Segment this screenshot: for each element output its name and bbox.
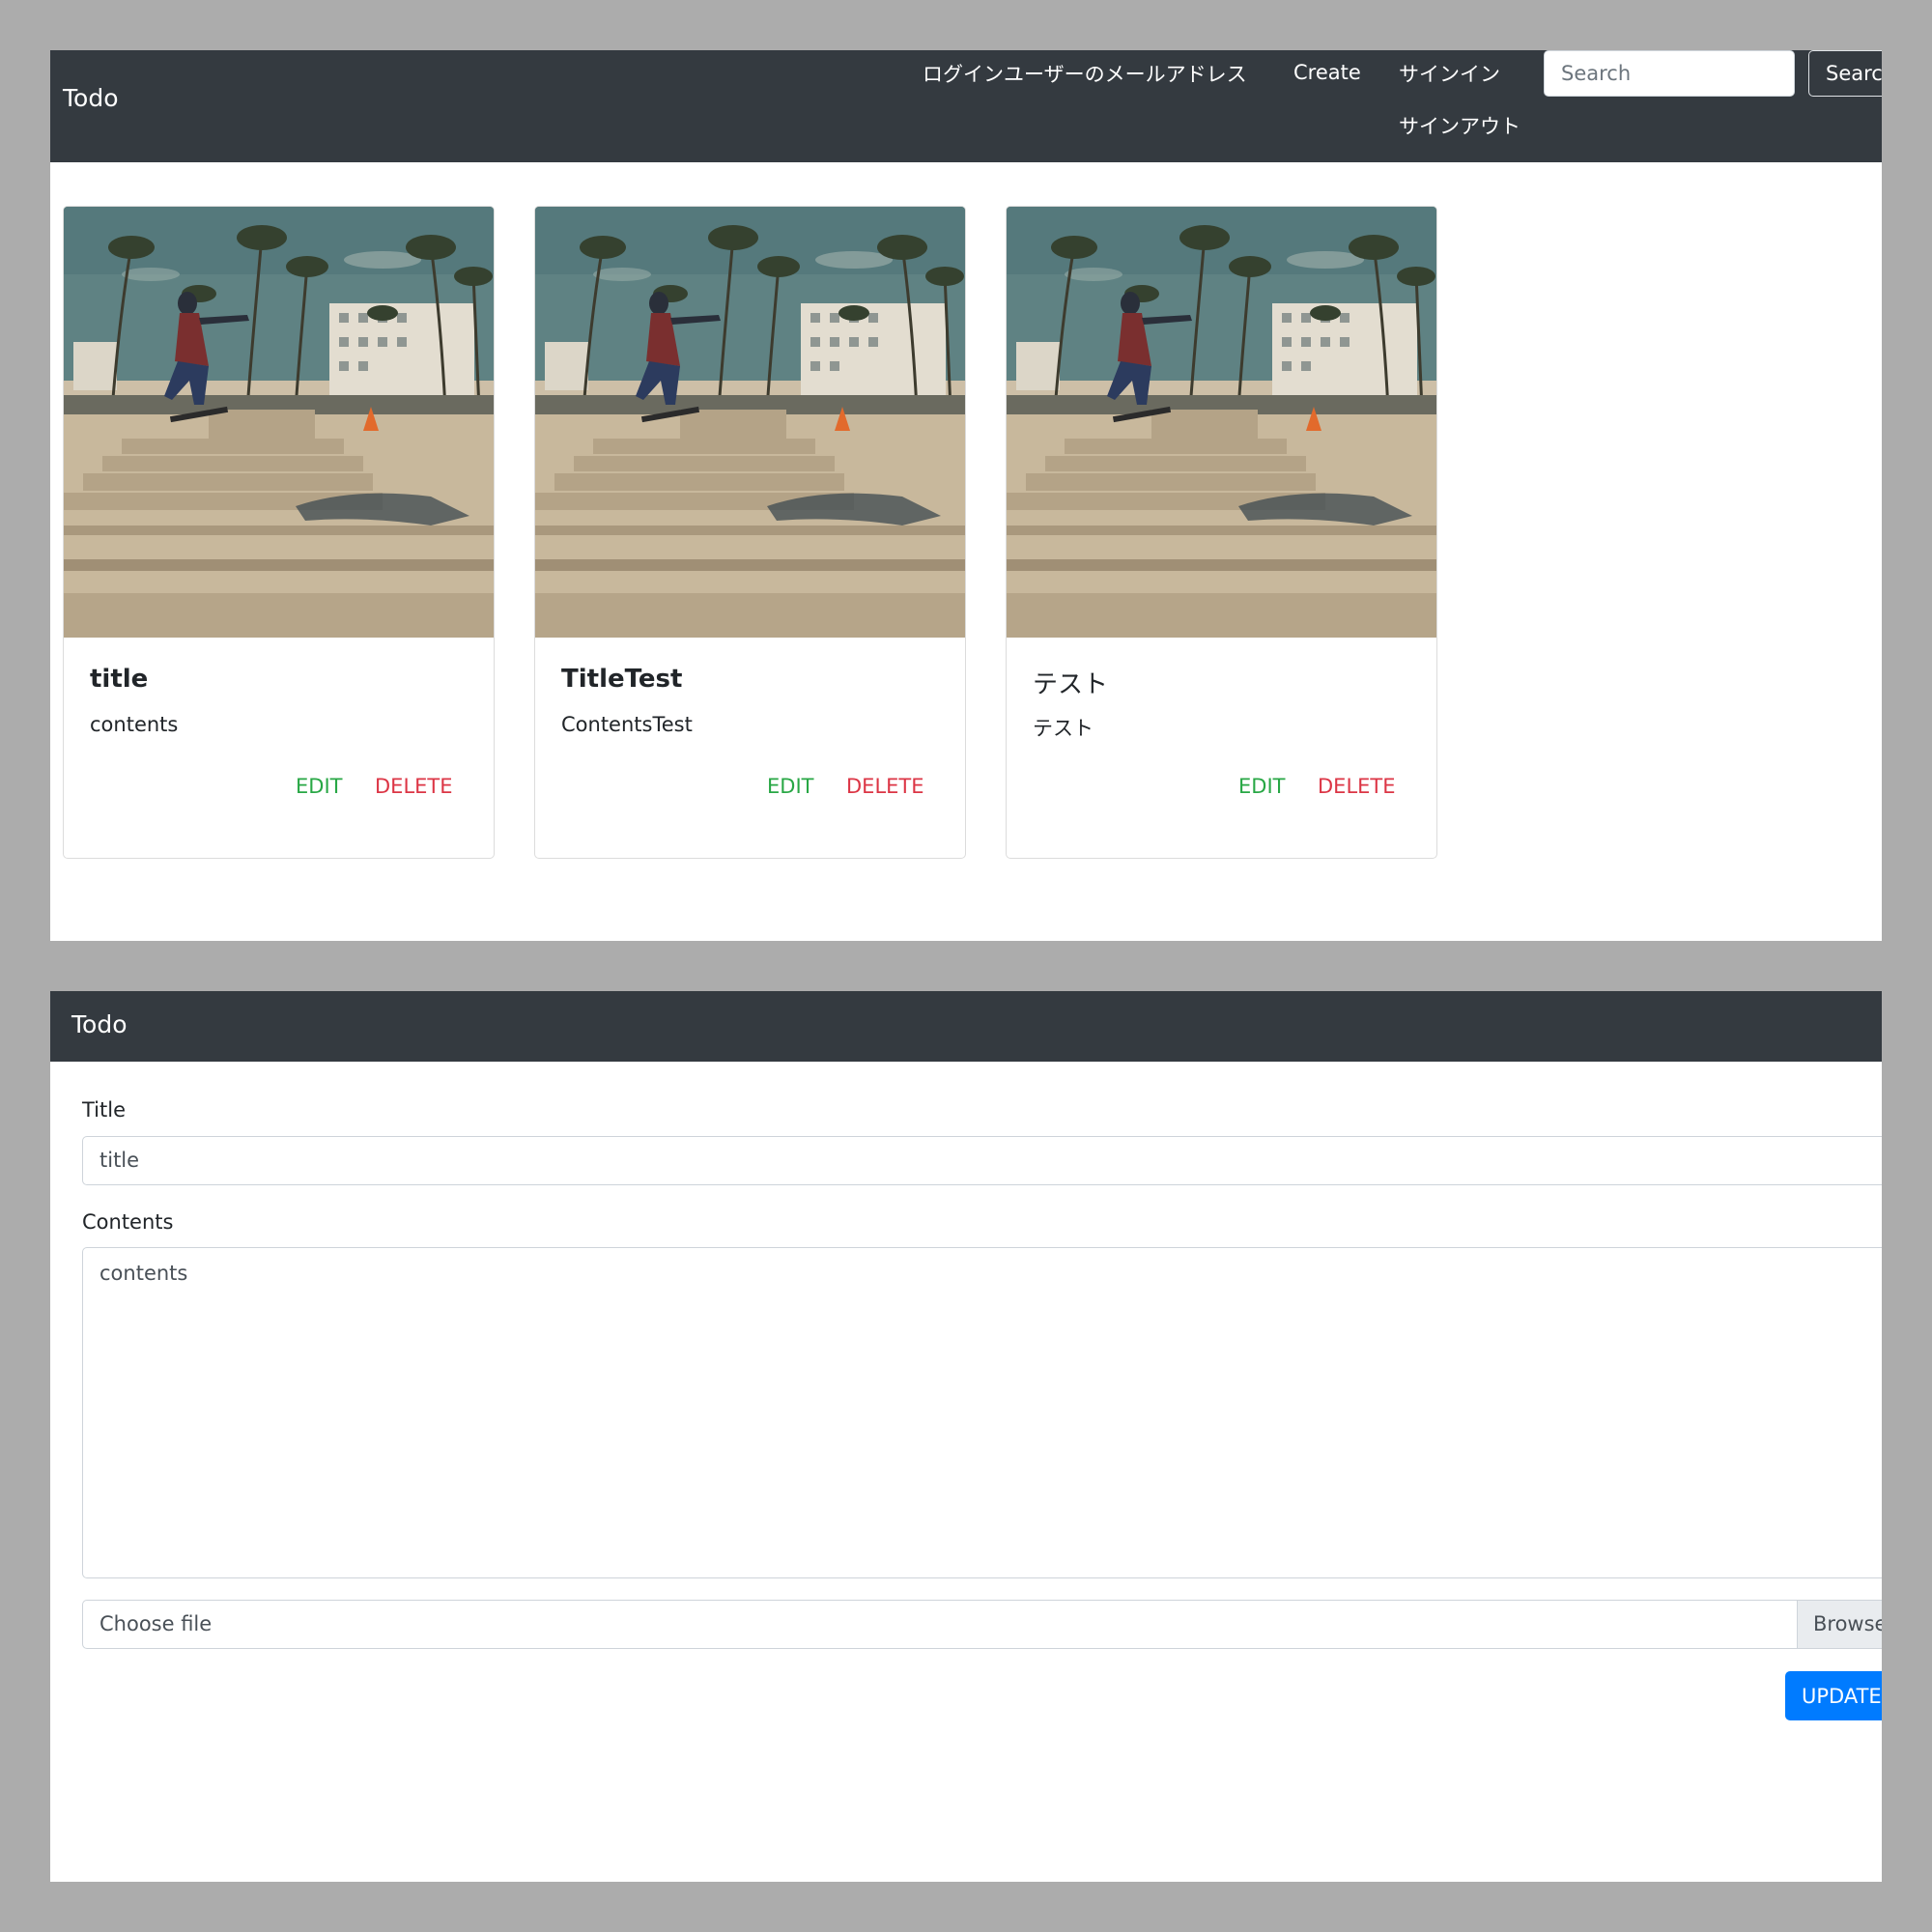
edit-link[interactable]: EDIT [296, 775, 342, 798]
todo-edit-page: Todo Title title Contents contents Choos… [50, 991, 1882, 1882]
card-image [64, 207, 494, 638]
contents-textarea[interactable]: contents [82, 1247, 1882, 1578]
navbar: Todo [50, 991, 1882, 1062]
contents-label: Contents [82, 1210, 174, 1234]
card-image [535, 207, 965, 638]
card-contents: ContentsTest [561, 713, 693, 736]
delete-link[interactable]: DELETE [1318, 775, 1396, 798]
todo-card: TitleTest ContentsTest EDIT DELETE [534, 206, 966, 859]
search-button[interactable]: Search [1808, 50, 1882, 97]
edit-link[interactable]: EDIT [767, 775, 813, 798]
nav-create-link[interactable]: Create [1293, 61, 1361, 84]
card-title: TitleTest [561, 665, 683, 694]
navbar-brand[interactable]: Todo [63, 84, 118, 112]
search-input[interactable] [1544, 50, 1795, 97]
card-image [1007, 207, 1436, 638]
file-input[interactable]: Choose file Browse [82, 1600, 1882, 1649]
todo-card: title contents EDIT DELETE [63, 206, 495, 859]
nav-signin-link[interactable]: サインイン [1399, 59, 1500, 88]
edit-link[interactable]: EDIT [1238, 775, 1285, 798]
navbar: Todo ログインユーザーのメールアドレス Create サインイン サインアウ… [50, 50, 1882, 162]
card-contents: テスト [1033, 717, 1094, 740]
browse-button[interactable]: Browse [1797, 1601, 1882, 1648]
navbar-brand[interactable]: Todo [71, 1010, 127, 1038]
title-label: Title [82, 1098, 127, 1122]
nav-signout-link[interactable]: サインアウト [1399, 111, 1520, 140]
delete-link[interactable]: DELETE [846, 775, 924, 798]
card-title: title [90, 665, 149, 694]
title-field[interactable]: title [82, 1136, 1882, 1185]
file-input-label: Choose file [99, 1612, 213, 1635]
nav-user-email[interactable]: ログインユーザーのメールアドレス [923, 59, 1247, 88]
card-contents: contents [90, 713, 179, 736]
delete-link[interactable]: DELETE [375, 775, 453, 798]
todo-card: テスト テスト EDIT DELETE [1006, 206, 1437, 859]
todo-list-page: Todo ログインユーザーのメールアドレス Create サインイン サインアウ… [50, 50, 1882, 941]
update-button[interactable]: UPDATE [1785, 1671, 1882, 1720]
card-title: テスト [1033, 670, 1109, 699]
